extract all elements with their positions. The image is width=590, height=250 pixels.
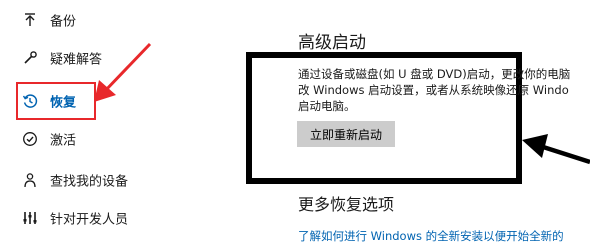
sidebar-item-for-developers[interactable]: 针对开发人员: [0, 200, 160, 236]
recovery-content: 高级启动 通过设备或磁盘(如 U 盘或 DVD)启动，更改你的电脑 改 Wind…: [240, 0, 590, 250]
check-circle-icon: [22, 131, 38, 147]
more-recovery-options-title: 更多恢复选项: [298, 195, 395, 214]
developer-tools-icon: [22, 210, 38, 226]
description-line: 改 Windows 启动设置，或者从系统映像还原 Windo: [298, 83, 569, 97]
sidebar-item-find-my-device[interactable]: 查找我的设备: [0, 162, 160, 198]
arrow-up-icon: [22, 12, 38, 28]
advanced-startup-description: 通过设备或磁盘(如 U 盘或 DVD)启动，更改你的电脑 改 Windows 启…: [298, 66, 590, 114]
red-arrow-icon: [94, 42, 152, 102]
person-location-icon: [22, 172, 38, 188]
sidebar-item-label: 针对开发人员: [50, 212, 129, 228]
clean-install-link[interactable]: 了解如何进行 Windows 的全新安装以便开始全新的: [298, 228, 564, 244]
advanced-startup-title: 高级启动: [298, 33, 366, 53]
black-arrow-icon: [522, 134, 590, 165]
restart-now-button[interactable]: 立即重新启动: [297, 121, 395, 147]
recovery-highlight-box: [16, 82, 96, 120]
wrench-icon: [22, 50, 38, 66]
sidebar-item-label: 查找我的设备: [50, 174, 129, 190]
settings-sidebar: 备份 疑难解答 恢复 激活 查找我的设备 针对开发人员: [0, 0, 160, 250]
description-line: 通过设备或磁盘(如 U 盘或 DVD)启动，更改你的电脑: [298, 67, 571, 81]
description-line: 启动电脑。: [298, 99, 356, 113]
sidebar-item-label: 备份: [50, 14, 77, 30]
sidebar-item-label: 激活: [50, 133, 77, 149]
sidebar-item-backup[interactable]: 备份: [0, 2, 160, 38]
sidebar-item-activation[interactable]: 激活: [0, 121, 160, 157]
